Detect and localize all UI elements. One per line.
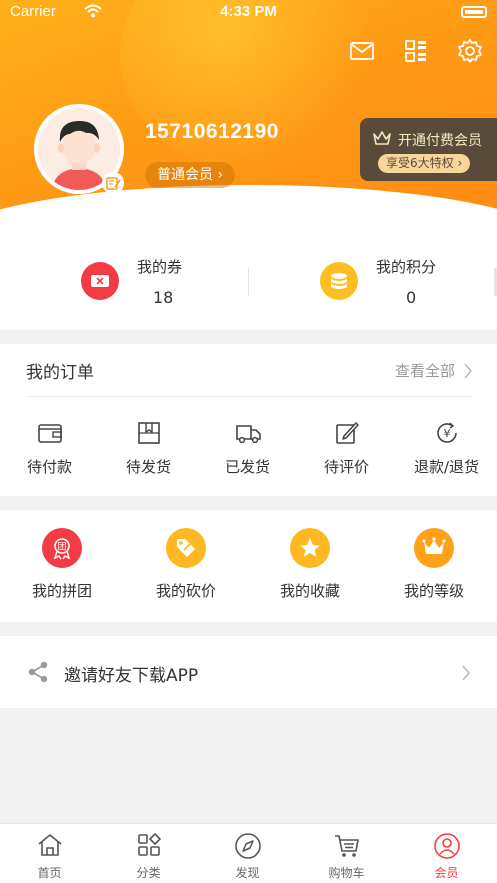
coupon-icon xyxy=(81,262,119,300)
order-item-label: 退款/退货 xyxy=(413,458,480,476)
compass-icon xyxy=(234,833,261,859)
profile-header: Carrier 4:33 PM 15710612190 普通会员 › 开通付费会… xyxy=(0,0,497,232)
user-phone: 15710612190 xyxy=(145,120,279,143)
edit-icon xyxy=(335,422,359,444)
chevron-right-icon xyxy=(462,665,471,681)
stats-divider xyxy=(248,268,249,296)
service-label: 我的拼团 xyxy=(31,582,92,600)
order-item-label: 待发货 xyxy=(125,458,171,476)
category-icon xyxy=(137,832,161,856)
refund-icon: ¥ xyxy=(436,422,457,443)
order-shipped[interactable]: 已发货 xyxy=(198,420,297,477)
orders-divider xyxy=(26,396,471,397)
tab-discover[interactable]: 发现 xyxy=(198,832,297,881)
header-actions xyxy=(349,38,483,64)
bottom-tab-bar: 首页 分类 发现 购物车 会员 xyxy=(0,823,497,883)
status-time: 4:33 PM xyxy=(220,3,277,20)
order-pending-payment[interactable]: 待付款 xyxy=(0,420,99,477)
crown-icon xyxy=(414,528,454,568)
coupons-stat[interactable]: 我的券 18 xyxy=(81,254,221,314)
svg-text:¥: ¥ xyxy=(443,427,450,440)
services-panel: 团 我的拼团 我的砍价 我的收藏 我的等级 xyxy=(0,510,497,622)
home-icon xyxy=(37,833,62,856)
cart-icon xyxy=(334,835,359,857)
star-icon xyxy=(290,528,330,568)
order-item-label: 待评价 xyxy=(323,458,369,476)
coupons-label: 我的券 xyxy=(137,258,183,276)
orders-panel: 我的订单 查看全部 待付款 待发货 已发货 待评价 ¥ 退款/退货 xyxy=(0,344,497,496)
tab-label: 购物车 xyxy=(328,866,365,880)
service-label: 我的等级 xyxy=(403,582,464,600)
my-bargain[interactable]: 我的砍价 xyxy=(124,528,248,601)
order-pending-review[interactable]: 待评价 xyxy=(297,420,396,477)
order-pending-shipment[interactable]: 待发货 xyxy=(99,420,198,477)
tab-label: 会员 xyxy=(434,866,459,880)
coupons-value: 18 xyxy=(153,288,174,307)
tag-icon xyxy=(166,528,206,568)
invite-friends-row[interactable]: 邀请好友下载APP xyxy=(0,636,497,708)
crown-icon xyxy=(373,131,391,145)
points-value: 0 xyxy=(406,288,417,307)
my-level[interactable]: 我的等级 xyxy=(372,528,496,601)
tab-cart[interactable]: 购物车 xyxy=(297,832,396,881)
points-label: 我的积分 xyxy=(376,258,437,276)
points-stat[interactable]: 我的积分 0 xyxy=(320,254,470,314)
coins-icon xyxy=(320,262,358,300)
chevron-right-icon: › xyxy=(457,156,463,170)
vip-benefits-label: 享受6大特权 xyxy=(386,156,454,170)
vip-benefits-pill: 享受6大特权 › xyxy=(378,154,471,173)
box-icon xyxy=(137,422,160,444)
service-label: 我的收藏 xyxy=(279,582,340,600)
member-page: Carrier 4:33 PM 15710612190 普通会员 › 开通付费会… xyxy=(0,0,497,883)
message-icon[interactable] xyxy=(349,38,375,64)
tab-label: 首页 xyxy=(37,866,62,880)
tab-home[interactable]: 首页 xyxy=(0,832,99,881)
order-item-label: 待付款 xyxy=(26,458,72,476)
tab-category[interactable]: 分类 xyxy=(99,832,198,881)
tab-label: 分类 xyxy=(136,866,161,880)
qr-code-icon[interactable] xyxy=(403,38,429,64)
header-glow xyxy=(120,0,380,170)
truck-icon xyxy=(235,425,261,444)
orders-title: 我的订单 xyxy=(26,363,94,383)
tab-member[interactable]: 会员 xyxy=(396,832,497,881)
battery-icon xyxy=(461,6,487,18)
chevron-right-icon[interactable] xyxy=(463,362,473,380)
vip-title: 开通付费会员 xyxy=(398,133,482,149)
edit-profile-icon[interactable] xyxy=(102,172,124,194)
wallet-icon xyxy=(37,424,62,443)
share-icon xyxy=(28,661,48,683)
order-refund-return[interactable]: ¥ 退款/退货 xyxy=(396,420,497,477)
service-label: 我的砍价 xyxy=(155,582,216,600)
invite-label: 邀请好友下载APP xyxy=(64,666,199,686)
svg-text:团: 团 xyxy=(57,542,66,553)
user-icon xyxy=(433,833,460,859)
member-level-badge[interactable]: 普通会员 › xyxy=(145,162,236,188)
stats-panel: 我的券 18 我的积分 0 xyxy=(0,232,497,330)
chevron-right-icon: › xyxy=(217,167,224,183)
status-bar: Carrier 4:33 PM xyxy=(0,0,497,24)
member-level-label: 普通会员 xyxy=(157,167,213,183)
vip-upgrade-card[interactable]: 开通付费会员 享受6大特权 › xyxy=(360,118,497,181)
tab-label: 发现 xyxy=(235,866,260,880)
settings-icon[interactable] xyxy=(457,38,483,64)
view-all-orders-link[interactable]: 查看全部 xyxy=(395,360,455,381)
my-favorites[interactable]: 我的收藏 xyxy=(248,528,372,601)
my-group-buy[interactable]: 团 我的拼团 xyxy=(0,528,124,601)
group-badge-icon: 团 xyxy=(42,528,82,568)
order-item-label: 已发货 xyxy=(224,458,270,476)
